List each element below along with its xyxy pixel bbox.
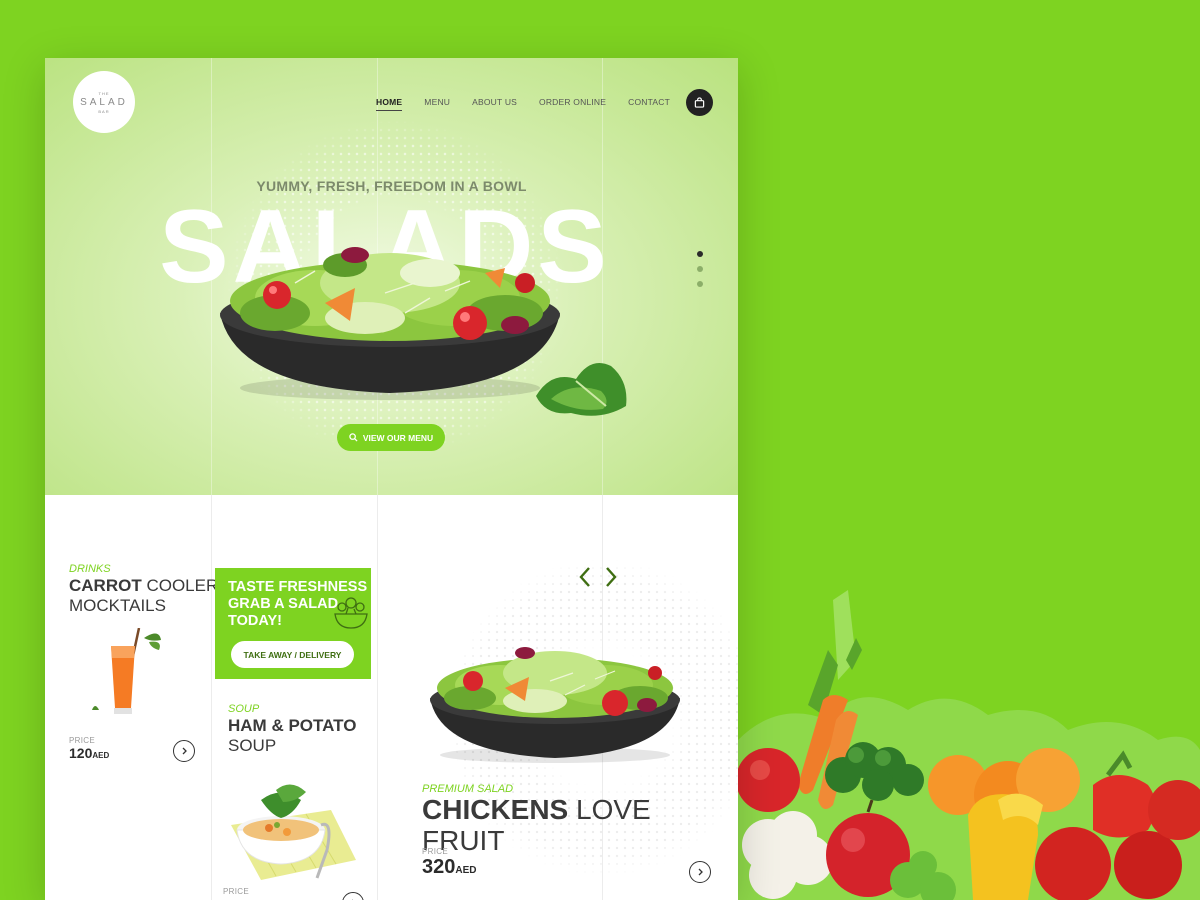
soup-card: SOUP HAM & POTATO SOUP <box>228 703 356 757</box>
drink-price-value: 120 <box>69 745 93 761</box>
chevron-left-icon <box>579 567 590 587</box>
soup-price-block: PRICE <box>223 887 249 896</box>
nav-about-us[interactable]: ABOUT US <box>472 97 517 111</box>
featured-next-button[interactable] <box>689 861 711 883</box>
drink-next-button[interactable] <box>173 740 195 762</box>
drink-price-currency: AED <box>92 751 110 760</box>
drink-price-label: PRICE <box>69 736 95 745</box>
website-mockup: THE SALAD BAR HOME MENU ABOUT US ORDER O… <box>45 58 738 900</box>
logo-name-text: SALAD <box>80 96 128 108</box>
chevron-right-icon <box>698 868 703 876</box>
featured-salad-image <box>430 647 680 763</box>
nav-order-online[interactable]: ORDER ONLINE <box>539 97 606 111</box>
chevron-right-icon <box>606 567 617 587</box>
drink-category: DRINKS <box>69 563 111 575</box>
featured-name-bold: CHICKENS <box>422 794 569 825</box>
nav-menu[interactable]: MENU <box>424 97 450 111</box>
hero-section: THE SALAD BAR HOME MENU ABOUT US ORDER O… <box>45 58 738 495</box>
soup-next-button[interactable] <box>342 892 364 900</box>
previous-arrow-button[interactable] <box>578 566 592 593</box>
drink-name-bold: CARROT <box>69 576 142 595</box>
soup-category: SOUP <box>228 703 260 715</box>
drink-price-block: PRICE 120AED <box>69 736 109 761</box>
slide-dot-2[interactable] <box>697 266 703 272</box>
soup-bowl-image <box>231 784 356 880</box>
slide-pager <box>697 251 703 287</box>
featured-card: PREMIUM SALAD CHICKENS LOVE FRUIT <box>422 783 738 857</box>
drink-name-rest: COOLER <box>141 576 219 595</box>
featured-carousel-arrows <box>578 566 618 593</box>
salad-bowl-outline-icon <box>334 597 368 629</box>
logo-top-text: THE <box>98 90 110 96</box>
drink-card: DRINKS CARROT COOLER MOCKTAILS <box>69 563 218 617</box>
nav-home[interactable]: HOME <box>375 97 403 111</box>
featured-price-label: PRICE <box>422 847 448 856</box>
nav-contact[interactable]: CONTACT <box>628 97 670 111</box>
slide-dot-1[interactable] <box>697 251 703 257</box>
drink-name: CARROT COOLER MOCKTAILS <box>69 576 218 617</box>
featured-price-block: PRICE 320AED <box>422 847 477 879</box>
logo[interactable]: THE SALAD BAR <box>73 71 135 133</box>
search-icon <box>349 433 358 442</box>
salad-bowl-image <box>220 247 560 400</box>
view-menu-label: VIEW OUR MENU <box>362 432 434 443</box>
vegetables-image <box>738 590 1200 900</box>
featured-price-currency: AED <box>455 865 477 876</box>
logo-bottom-text: BAR <box>98 108 110 114</box>
shopping-bag-icon <box>694 97 705 108</box>
promo-banner: TASTE FRESHNESS GRAB A SALAD TODAY! TAKE… <box>215 568 371 679</box>
soup-name-line1: HAM & POTATO <box>228 716 357 735</box>
featured-price-value: 320 <box>422 856 456 878</box>
featured-price: 320AED <box>422 856 477 879</box>
carrot-drink-image <box>92 628 161 714</box>
soup-name: HAM & POTATO SOUP <box>228 716 356 757</box>
takeaway-delivery-button[interactable]: TAKE AWAY / DELIVERY <box>231 641 354 668</box>
drink-name-line2: MOCKTAILS <box>69 596 166 616</box>
slide-dot-3[interactable] <box>697 281 703 287</box>
soup-name-line2: SOUP <box>228 736 277 756</box>
cart-button[interactable] <box>686 89 713 116</box>
chevron-right-icon <box>182 747 187 755</box>
next-arrow-button[interactable] <box>604 566 618 593</box>
main-nav: HOME MENU ABOUT US ORDER ONLINE CONTACT <box>375 97 670 111</box>
view-menu-button[interactable]: VIEW OUR MENU <box>337 424 445 451</box>
lettuce-leaf-image <box>536 362 627 416</box>
drink-price: 120AED <box>69 745 109 761</box>
soup-price-label: PRICE <box>223 887 249 896</box>
